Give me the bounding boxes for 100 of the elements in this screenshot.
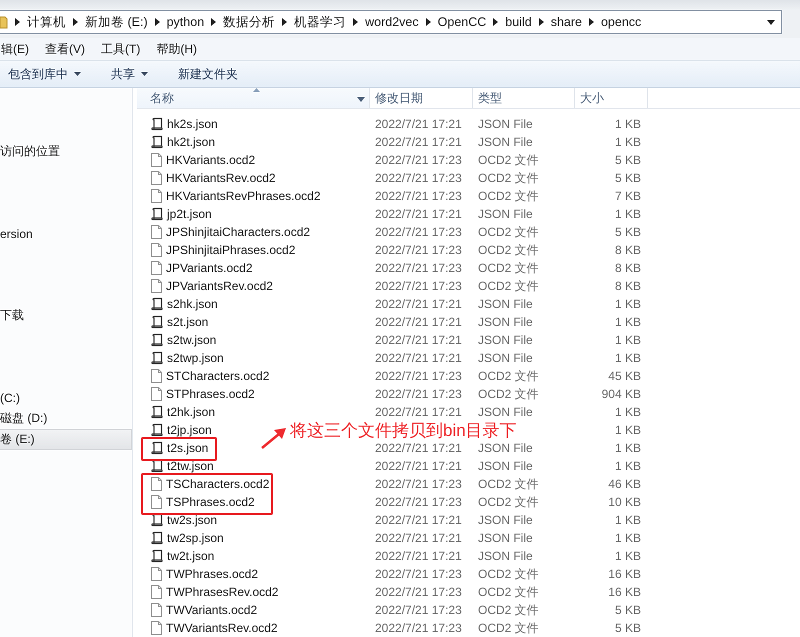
file-name[interactable]: TWVariants.ocd2 — [151, 603, 258, 617]
file-name[interactable]: t2hk.json — [151, 405, 216, 419]
file-type: JSON File — [477, 441, 534, 455]
toolbar-button[interactable]: 共享 — [109, 64, 150, 84]
breadcrumb-item[interactable]: python — [166, 15, 204, 29]
navigation-item[interactable]: 磁盘 (D:) — [0, 408, 132, 429]
file-name[interactable]: hk2s.json — [151, 117, 218, 131]
file-name[interactable]: JPShinjitaiPhrases.ocd2 — [151, 243, 296, 257]
file-name[interactable]: tw2sp.json — [151, 531, 224, 545]
navigation-item[interactable]: 下载 — [0, 305, 132, 326]
file-name[interactable]: TSPhrases.ocd2 — [151, 495, 255, 509]
menu-item[interactable]: 辑(E) — [0, 40, 30, 58]
menu-item[interactable]: 帮助(H) — [155, 40, 198, 58]
file-name[interactable]: tw2s.json — [151, 513, 218, 527]
file-type: OCD2 文件 — [477, 152, 540, 168]
file-name[interactable]: HKVariants.ocd2 — [151, 153, 256, 167]
blank-file-icon — [151, 153, 162, 167]
navigation-item[interactable]: 卷 (E:) — [0, 429, 132, 450]
script-file-icon — [151, 135, 163, 149]
modified-date: 2022/7/21 17:21 — [374, 207, 463, 221]
blank-file-icon — [151, 387, 162, 401]
modified-date: 2022/7/21 17:21 — [374, 513, 463, 527]
modified-date: 2022/7/21 17:23 — [374, 261, 463, 275]
file-name[interactable]: s2tw.json — [151, 333, 216, 347]
navigation-item[interactable]: (C:) — [0, 387, 132, 408]
file-name[interactable]: TWPhrases.ocd2 — [151, 567, 258, 581]
file-size: 8 KB — [614, 261, 642, 275]
file-size: 5 KB — [614, 171, 642, 185]
file-name[interactable]: STPhrases.ocd2 — [151, 387, 255, 401]
file-size: 1 KB — [614, 405, 642, 419]
navigation-item[interactable]: 访问的位置 — [0, 141, 132, 162]
blank-file-icon — [151, 477, 162, 491]
file-type: OCD2 文件 — [477, 188, 540, 204]
file-name[interactable]: s2hk.json — [151, 297, 218, 311]
file-name[interactable]: t2tw.json — [151, 459, 214, 473]
blank-file-icon — [151, 171, 162, 185]
file-name[interactable]: HKVariantsRev.ocd2 — [151, 171, 276, 185]
file-type: OCD2 文件 — [477, 476, 540, 492]
file-name[interactable]: t2jp.json — [151, 423, 212, 437]
file-name[interactable]: JPVariantsRev.ocd2 — [151, 279, 273, 293]
breadcrumb-item[interactable]: 新加卷 (E:) — [85, 14, 148, 30]
file-name[interactable]: s2t.json — [151, 315, 208, 329]
breadcrumb-separator-icon[interactable] — [154, 18, 160, 26]
breadcrumb-separator-icon[interactable] — [493, 18, 498, 26]
breadcrumb-item[interactable]: word2vec — [365, 15, 419, 29]
script-file-icon — [151, 117, 163, 131]
navigation-item[interactable]: ersion — [0, 223, 132, 244]
modified-date: 2022/7/21 17:23 — [374, 171, 463, 185]
toolbar-button[interactable]: 包含到库中 — [6, 64, 83, 84]
breadcrumb-separator-icon[interactable] — [538, 18, 544, 26]
breadcrumb-separator-icon[interactable] — [353, 18, 358, 26]
modified-date: 2022/7/21 17:23 — [374, 153, 463, 167]
file-name[interactable]: STCharacters.ocd2 — [151, 369, 270, 383]
breadcrumb-separator-icon[interactable] — [426, 18, 431, 26]
file-name[interactable]: JPShinjitaiCharacters.ocd2 — [151, 225, 310, 239]
file-name[interactable]: s2twp.json — [151, 351, 224, 365]
file-size: 1 KB — [614, 531, 642, 545]
breadcrumb-separator-icon[interactable] — [73, 18, 78, 26]
menu-item[interactable]: 工具(T) — [100, 40, 142, 58]
file-name[interactable]: TWVariantsRev.ocd2 — [151, 621, 278, 635]
file-type: JSON File — [477, 531, 534, 545]
breadcrumb-item[interactable]: build — [505, 15, 532, 29]
dropdown-icon[interactable] — [357, 97, 365, 102]
file-name[interactable]: hk2t.json — [151, 135, 216, 149]
file-type: JSON File — [477, 459, 534, 473]
file-type: JSON File — [477, 549, 534, 563]
menu-item[interactable]: 查看(V) — [44, 40, 86, 58]
file-name[interactable]: TWPhrasesRev.ocd2 — [151, 585, 278, 599]
blank-file-icon — [151, 495, 162, 509]
file-size: 16 KB — [607, 585, 642, 599]
column-header[interactable]: 名称 — [137, 88, 370, 108]
breadcrumb-separator-icon[interactable] — [15, 18, 20, 26]
breadcrumb-item[interactable]: 数据分析 — [223, 14, 276, 30]
breadcrumb-separator-icon[interactable] — [211, 18, 216, 26]
address-bar[interactable]: 计算机 新加卷 (E:) python 数据分析 机器学习 word2vec OpenCC build share opencc — [0, 10, 782, 34]
file-name[interactable]: t2s.json — [151, 441, 208, 455]
modified-date: 2022/7/21 17:23 — [374, 243, 463, 257]
file-name[interactable]: JPVariants.ocd2 — [151, 261, 252, 275]
dropdown-icon[interactable] — [767, 20, 775, 24]
breadcrumb-item[interactable]: share — [550, 15, 582, 29]
breadcrumb-item[interactable]: 计算机 — [27, 14, 66, 30]
toolbar-button[interactable]: 新建文件夹 — [176, 64, 240, 84]
file-name[interactable]: tw2t.json — [151, 549, 214, 563]
file-size: 45 KB — [607, 369, 642, 383]
modified-date: 2022/7/21 17:23 — [374, 495, 463, 509]
blank-file-icon — [151, 261, 162, 275]
breadcrumb-separator-icon[interactable] — [282, 18, 288, 26]
modified-date: 2022/7/21 17:23 — [374, 279, 463, 293]
breadcrumb-item[interactable]: OpenCC — [438, 15, 486, 29]
file-size: 904 KB — [600, 387, 642, 401]
breadcrumb-separator-icon[interactable] — [588, 18, 594, 26]
breadcrumb-item[interactable]: 机器学习 — [294, 14, 346, 30]
file-name[interactable]: TSCharacters.ocd2 — [151, 477, 270, 491]
breadcrumb-item[interactable]: opencc — [600, 15, 642, 29]
file-name[interactable]: jp2t.json — [151, 207, 212, 221]
file-size: 1 KB — [614, 333, 642, 347]
blank-file-icon — [151, 585, 162, 599]
file-name[interactable]: HKVariantsRevPhrases.ocd2 — [151, 189, 321, 203]
file-size: 8 KB — [614, 279, 642, 293]
script-file-icon — [151, 549, 163, 563]
